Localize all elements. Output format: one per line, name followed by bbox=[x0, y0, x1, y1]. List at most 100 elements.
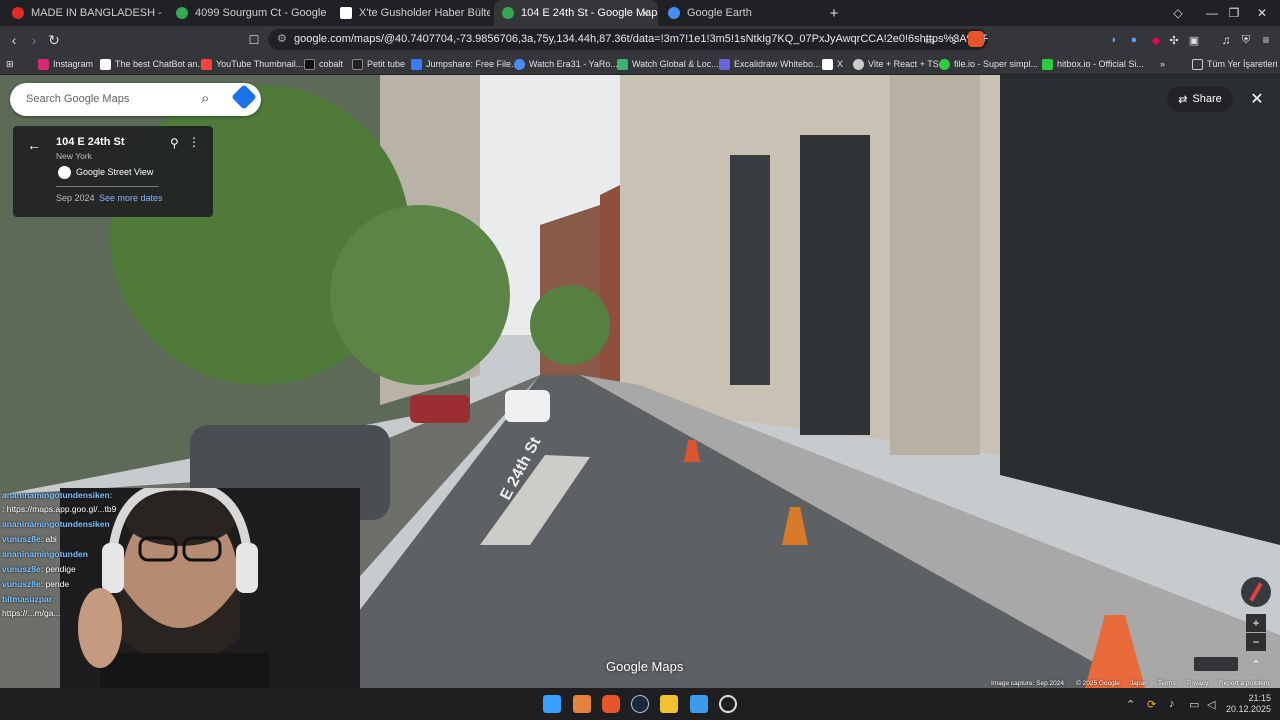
forward-button[interactable]: › bbox=[24, 30, 44, 50]
extension-icon[interactable]: ◗ bbox=[1104, 30, 1124, 50]
street-view-panorama[interactable]: Search Google Maps ⌕ ← 104 E 24th St New… bbox=[0, 75, 1280, 688]
bookmark-item[interactable]: Petit tube bbox=[352, 56, 405, 72]
tab-title: 104 E 24th St - Google Maps bbox=[521, 7, 658, 19]
microphone-icon[interactable]: ♪ bbox=[1169, 688, 1175, 720]
bookmark-label: hitbox.io - Official Si... bbox=[1057, 59, 1144, 69]
search-box[interactable]: Search Google Maps ⌕ bbox=[10, 83, 261, 116]
chat-message: ananinamingotundensiken: bbox=[2, 490, 112, 500]
tab-title: 4099 Sourgum Ct - Google Maps bbox=[195, 7, 328, 19]
terms-link[interactable]: Terms bbox=[1158, 680, 1176, 687]
zoom-out-button[interactable]: − bbox=[1246, 633, 1266, 651]
all-bookmarks-folder[interactable]: Tüm Yer İşaretleri bbox=[1192, 56, 1278, 72]
report-problem-link[interactable]: Report a problem bbox=[1219, 680, 1269, 687]
copyright-label: © 2025 Google bbox=[1076, 680, 1120, 687]
steam-icon[interactable] bbox=[631, 695, 649, 713]
address-bar[interactable]: ⚙ google.com/maps/@40.7407704,-73.985670… bbox=[268, 29, 988, 50]
search-input[interactable]: Search Google Maps bbox=[26, 93, 129, 105]
media-icon[interactable]: ♫ bbox=[1216, 30, 1236, 50]
divider bbox=[56, 186, 159, 187]
chat-message: vunusz8e: abi bbox=[2, 534, 57, 544]
expand-icon[interactable]: ⌃ bbox=[1246, 655, 1266, 673]
app-icon[interactable] bbox=[690, 695, 708, 713]
location-card: ← 104 E 24th St New York ⚲ ⋮ Google Stre… bbox=[13, 126, 213, 217]
obs-icon[interactable] bbox=[719, 695, 737, 713]
zoom-in-button[interactable]: + bbox=[1246, 614, 1266, 632]
bookmark-item[interactable]: YouTube Thumbnail... bbox=[201, 56, 303, 72]
extensions-icon[interactable]: ◇ bbox=[1160, 0, 1196, 26]
sidebar-icon[interactable]: ▣ bbox=[1184, 30, 1204, 50]
share-button[interactable]: ⇄ Share bbox=[1167, 86, 1233, 112]
maps-icon bbox=[502, 7, 514, 19]
capture-date: Sep 2024 bbox=[56, 193, 95, 203]
back-button[interactable]: ‹ bbox=[4, 30, 24, 50]
browser-tab[interactable]: 4099 Sourgum Ct - Google Maps bbox=[168, 0, 328, 26]
share-page-icon[interactable]: ⇪ bbox=[944, 30, 964, 50]
bookmark-label: X bbox=[837, 59, 844, 69]
compass-icon[interactable] bbox=[1241, 577, 1271, 607]
show-hidden-icons[interactable]: ⌃ bbox=[1126, 688, 1135, 720]
extension-icon[interactable]: ◆ bbox=[1146, 30, 1166, 50]
bookmark-item[interactable]: Vite + React + TS bbox=[853, 56, 939, 72]
bookmark-item[interactable]: Watch Era31 - YaRo... bbox=[514, 56, 618, 72]
tab-strip: MADE IN BANGLADESH - Hızlı Moda 4099 Sou… bbox=[0, 0, 1280, 26]
update-icon[interactable]: ⟳ bbox=[1147, 688, 1156, 720]
bookmark-item[interactable]: X bbox=[822, 56, 843, 72]
thumbnail-icon bbox=[201, 58, 212, 70]
tab-title: X'te Gusholder Haber Bülteni: "#SON bbox=[359, 7, 490, 19]
vpn-icon[interactable]: ⛨ bbox=[1236, 30, 1256, 50]
directions-icon[interactable] bbox=[231, 84, 257, 110]
pin-icon[interactable]: ⚲ bbox=[170, 136, 179, 150]
app-icon[interactable] bbox=[573, 695, 591, 713]
reload-button[interactable]: ↻ bbox=[44, 30, 64, 50]
bookmark-item[interactable]: Jumpshare: Free File... bbox=[411, 56, 519, 72]
privacy-link[interactable]: Privacy bbox=[1187, 680, 1208, 687]
windows-start-icon[interactable] bbox=[543, 695, 561, 713]
see-more-dates-link[interactable]: See more dates bbox=[99, 193, 163, 203]
bookmark-item[interactable]: cobalt bbox=[304, 56, 343, 72]
browser-tab-active[interactable]: 104 E 24th St - Google Maps ✕ bbox=[494, 0, 658, 26]
earth-icon bbox=[668, 7, 680, 19]
bookmark-item[interactable]: Instagram bbox=[38, 56, 93, 72]
close-tab-icon[interactable]: ✕ bbox=[641, 7, 650, 20]
bookmark-item[interactable]: Watch Global & Loc... bbox=[617, 56, 719, 72]
cobalt-icon bbox=[304, 58, 315, 70]
bookmark-item[interactable]: hitbox.io - Official Si... bbox=[1042, 56, 1144, 72]
clock-date: 20.12.2025 bbox=[1226, 704, 1272, 714]
site-info-icon[interactable]: ⚙ bbox=[277, 29, 287, 50]
browser-tab[interactable]: Google Earth bbox=[660, 0, 820, 26]
bookmark-item[interactable]: file.io - Super simpl... bbox=[939, 56, 1038, 72]
chat-username: vunusz8e bbox=[2, 579, 41, 589]
share-label: Share bbox=[1192, 93, 1222, 105]
back-arrow-icon[interactable]: ← bbox=[27, 137, 41, 153]
new-tab-button[interactable]: + bbox=[816, 0, 852, 26]
close-window-button[interactable]: ✕ bbox=[1244, 0, 1280, 26]
file-explorer-icon[interactable] bbox=[660, 695, 678, 713]
puzzle-icon[interactable]: ✣ bbox=[1164, 30, 1184, 50]
extension-icon[interactable]: ● bbox=[1124, 30, 1144, 50]
share-icon: ⇄ bbox=[1178, 93, 1188, 106]
volume-icon[interactable]: ◁ bbox=[1207, 688, 1215, 720]
region-link[interactable]: Japan bbox=[1130, 680, 1148, 687]
menu-icon[interactable]: ≡ bbox=[1256, 30, 1276, 50]
search-icon[interactable]: ⌕ bbox=[201, 90, 209, 107]
bookmark-icon[interactable]: ☐ bbox=[244, 30, 264, 50]
map-thumbnails[interactable] bbox=[1194, 657, 1238, 671]
cast-icon[interactable]: ▭ bbox=[920, 30, 940, 50]
more-options-icon[interactable]: ⋮ bbox=[188, 135, 200, 149]
brave-browser-icon[interactable] bbox=[602, 695, 620, 713]
clock[interactable]: 21:15 20.12.2025 bbox=[1226, 688, 1271, 720]
hitbox-icon bbox=[1042, 58, 1053, 70]
browser-tab[interactable]: MADE IN BANGLADESH - Hızlı Moda bbox=[4, 0, 164, 26]
brave-shield-icon[interactable] bbox=[968, 31, 984, 47]
chat-text: : pende bbox=[40, 579, 70, 589]
chat-message: https://...m/ga... bbox=[2, 608, 61, 618]
network-icon[interactable]: ▭ bbox=[1189, 688, 1199, 720]
more-bookmarks-icon[interactable]: » bbox=[1160, 56, 1165, 72]
instagram-icon bbox=[38, 58, 49, 70]
apps-icon[interactable]: ⊞ bbox=[6, 56, 14, 72]
close-street-view-button[interactable]: ✕ bbox=[1244, 86, 1270, 112]
browser-tab[interactable]: X'te Gusholder Haber Bülteni: "#SON bbox=[332, 0, 490, 26]
bookmark-item[interactable]: The best ChatBot an... bbox=[100, 56, 205, 72]
petit-tube-icon bbox=[352, 58, 363, 70]
bookmark-item[interactable]: Excalidraw Whitebo... bbox=[719, 56, 821, 72]
